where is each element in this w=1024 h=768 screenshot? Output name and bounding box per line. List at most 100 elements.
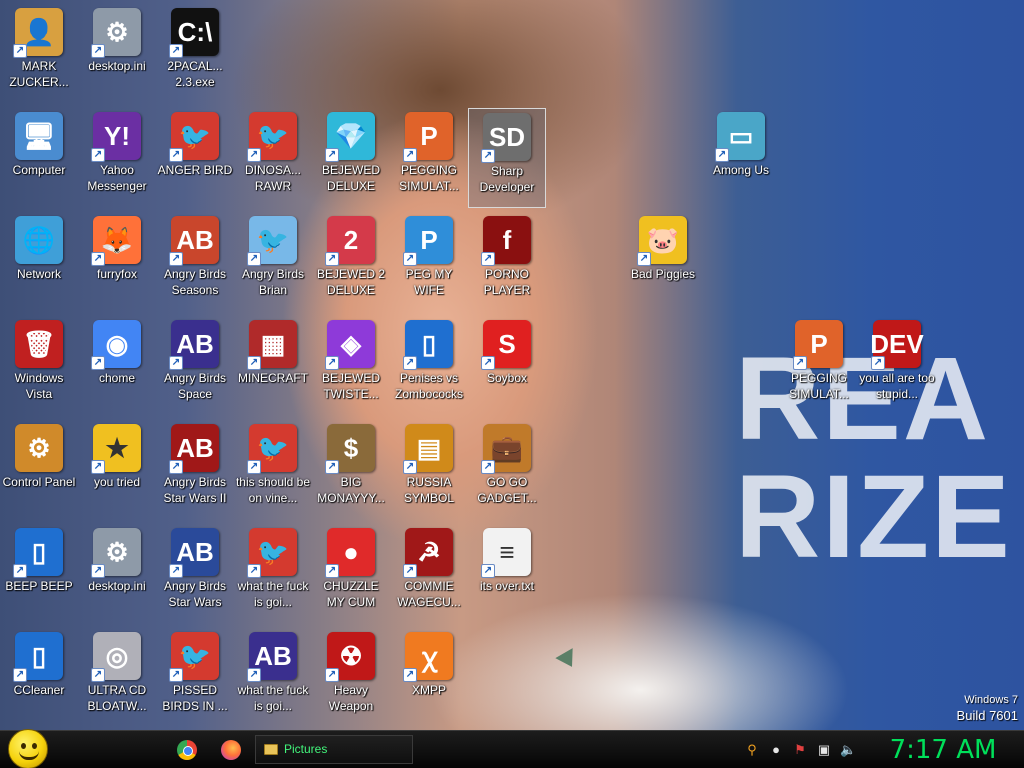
desktop-icon[interactable]: P ↗ PEGGING SIMULAT...	[390, 108, 468, 208]
xampp-icon: ꭓ ↗	[403, 632, 453, 682]
desktop-icon-label: Penises vs Zombococks	[394, 371, 464, 401]
desktop-icon[interactable]: 🗑 Windows Vista	[0, 316, 78, 416]
taskbar-clock[interactable]: 7:17 AM	[868, 731, 1018, 768]
search-icon[interactable]: ⚲	[744, 742, 760, 758]
taskbar-chrome-icon[interactable]	[177, 740, 197, 760]
desktop-icon[interactable]: ▯ ↗ Penises vs Zombococks	[390, 316, 468, 416]
network-icon[interactable]: ▣	[816, 742, 832, 758]
desktop-icon[interactable]: 🐦 ↗ PISSED BIRDS IN ...	[156, 628, 234, 728]
desktop-icon[interactable]: ⚙ Control Panel	[0, 420, 78, 520]
desktop-icon[interactable]: ☭ ↗ COMMIE WAGECU...	[390, 524, 468, 624]
briefcase-icon: 💼 ↗	[481, 424, 531, 474]
desktop-icon[interactable]: P ↗ PEGGING SIMULAT...	[780, 316, 858, 416]
desktop-icon[interactable]: ≡ ↗ its over.txt	[468, 524, 546, 624]
action-center-flag-icon[interactable]: ⚑	[792, 742, 808, 758]
desktop-icon[interactable]: 💼 ↗ GO GO GADGET...	[468, 420, 546, 520]
ccleaner-icon: ▯ ↗	[13, 632, 63, 682]
desktop-icon[interactable]: C:\ ↗ 2PACAL... 2.3.exe	[156, 4, 234, 104]
desktop-icon[interactable]: SD ↗ Sharp Developer	[468, 108, 546, 208]
desktop-icon[interactable]: ꭓ ↗ XMPP	[390, 628, 468, 728]
desktop-icon[interactable]: 🦊 ↗ furryfox	[78, 212, 156, 312]
shortcut-arrow-icon: ↗	[169, 460, 183, 474]
shortcut-arrow-icon: ↗	[247, 148, 261, 162]
desktop-icon[interactable]: ▭ ↗ Among Us	[702, 108, 780, 208]
desktop-icon-label: Angry Birds Seasons	[163, 267, 227, 297]
desktop-icon[interactable]: 👤 ↗ MARK ZUCKER...	[0, 4, 78, 104]
desktop-icon[interactable]: ▯ ↗ BEEP BEEP	[0, 524, 78, 624]
desktop-icon[interactable]: AB ↗ Angry Birds Star Wars II	[156, 420, 234, 520]
desktop-icon[interactable]: ▦ ↗ MINECRAFT	[234, 316, 312, 416]
desktop-icon-label: Network	[16, 267, 61, 281]
desktop-icon-label: you all are too stupid...	[859, 371, 935, 401]
desktop-icon[interactable]: $ ↗ BIG MONAYYY...	[312, 420, 390, 520]
start-button[interactable]	[8, 729, 48, 768]
shortcut-arrow-icon: ↗	[169, 356, 183, 370]
desktop-icon[interactable]: S ↗ Soybox	[468, 316, 546, 416]
desktop-icon[interactable]: AB ↗ what the fuck is goi...	[234, 628, 312, 728]
windows-build-text: Build 7601	[956, 708, 1018, 723]
desktop-icon[interactable]: ◉ ↗ chome	[78, 316, 156, 416]
desktop-icon[interactable]: 💎 ↗ BEJEWED DELUXE	[312, 108, 390, 208]
desktop-icon[interactable]: ◎ ↗ ULTRA CD BLOATW...	[78, 628, 156, 728]
blue-shortcut-icon: ▯ ↗	[13, 528, 63, 578]
desktop-icon[interactable]: f ↗ PORNO PLAYER	[468, 212, 546, 312]
desktop-icon[interactable]: 2 ↗ BEJEWED 2 DELUXE	[312, 212, 390, 312]
desktop-icon-label: its over.txt	[479, 579, 535, 593]
shortcut-arrow-icon: ↗	[871, 356, 885, 370]
shortcut-arrow-icon: ↗	[169, 148, 183, 162]
gem-icon: 2 ↗	[325, 216, 375, 266]
desktop-icon-label: Control Panel	[2, 475, 76, 489]
chat-icon[interactable]: ●	[768, 742, 784, 758]
desktop-icon[interactable]: ◈ ↗ BEJEWED TWISTE...	[312, 316, 390, 416]
shortcut-arrow-icon: ↗	[325, 564, 339, 578]
shortcut-arrow-icon: ↗	[247, 460, 261, 474]
minecraft-icon: ▦ ↗	[247, 320, 297, 370]
desktop-icon[interactable]: 🐦 ↗ what the fuck is goi...	[234, 524, 312, 624]
desktop-icon-label: MARK ZUCKER...	[9, 59, 69, 89]
shortcut-arrow-icon: ↗	[325, 148, 339, 162]
desktop-icon[interactable]: P ↗ PEG MY WIFE	[390, 212, 468, 312]
desktop-icon-label: Angry Birds Space	[163, 371, 227, 401]
shortcut-arrow-icon: ↗	[325, 668, 339, 682]
desktop-icon[interactable]: ★ ↗ you tried	[78, 420, 156, 520]
desktop-icon-label: Bad Piggies	[630, 267, 696, 281]
desktop-icon[interactable]: 🐦 ↗ DINOSA... RAWR	[234, 108, 312, 208]
shortcut-arrow-icon: ↗	[13, 668, 27, 682]
desktop-icon[interactable]: AB ↗ Angry Birds Seasons	[156, 212, 234, 312]
angry-birds-brian-icon: 🐦 ↗	[247, 216, 297, 266]
desktop-icon[interactable]: 🐦 ↗ this should be on vine...	[234, 420, 312, 520]
peggle-icon: P ↗	[403, 112, 453, 162]
desktop-icon[interactable]: 🐦 ↗ Angry Birds Brian	[234, 212, 312, 312]
mouse-cursor	[555, 648, 581, 672]
start-mouth-icon	[19, 751, 39, 760]
desktop-icon[interactable]: ● ↗ CHUZZLE MY CUM	[312, 524, 390, 624]
soybox-icon: S ↗	[481, 320, 531, 370]
desktop-icon[interactable]: ⚙ ↗ desktop.ini	[78, 4, 156, 104]
shortcut-arrow-icon: ↗	[169, 564, 183, 578]
shortcut-arrow-icon: ↗	[325, 252, 339, 266]
dev-cpp-icon: DEV ↗	[870, 320, 924, 370]
desktop-icon[interactable]: ⚙ ↗ desktop.ini	[78, 524, 156, 624]
desktop-icon-label: Angry Birds Star Wars	[163, 579, 227, 609]
taskbar-window-pictures[interactable]: Pictures	[255, 735, 413, 764]
desktop-icon[interactable]: DEV ↗ you all are too stupid...	[858, 316, 936, 416]
desktop-icon[interactable]: 🐦 ↗ ANGER BIRD	[156, 108, 234, 208]
desktop-icon[interactable]: 🌐 Network	[0, 212, 78, 312]
desktop-icon[interactable]: 🐷 ↗ Bad Piggies	[624, 212, 702, 312]
console-icon: C:\ ↗	[169, 8, 219, 58]
desktop-icon[interactable]: AB ↗ Angry Birds Star Wars	[156, 524, 234, 624]
desktop-icon[interactable]: Y! ↗ Yahoo Messenger	[78, 108, 156, 208]
desktop-icon[interactable]: 🖥 Computer	[0, 108, 78, 208]
recycle-bin-icon: 🗑	[15, 320, 63, 368]
shortcut-arrow-icon: ↗	[715, 148, 729, 162]
shortcut-arrow-icon: ↗	[169, 252, 183, 266]
among-us-icon: ▭ ↗	[715, 112, 765, 162]
angry-birds-space-icon: AB ↗	[247, 632, 297, 682]
taskbar-firefox-icon[interactable]	[221, 740, 241, 760]
desktop-icon[interactable]: ▯ ↗ CCleaner	[0, 628, 78, 728]
desktop-icon[interactable]: ☢ ↗ Heavy Weapon	[312, 628, 390, 728]
shortcut-arrow-icon: ↗	[247, 252, 261, 266]
desktop-icon[interactable]: AB ↗ Angry Birds Space	[156, 316, 234, 416]
volume-icon[interactable]: 🔈	[840, 742, 856, 758]
desktop-icon[interactable]: ▤ ↗ RUSSIA SYMBOL	[390, 420, 468, 520]
